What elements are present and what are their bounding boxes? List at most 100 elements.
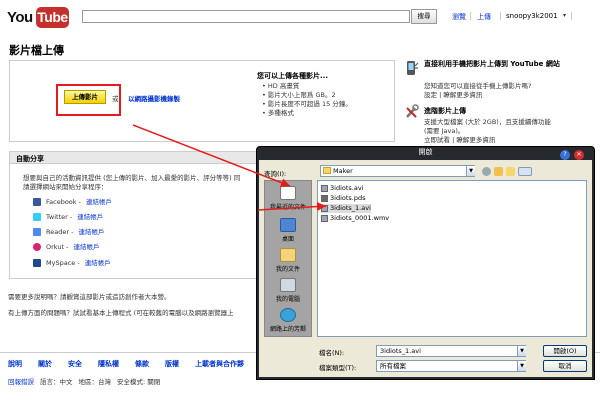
back-icon[interactable] xyxy=(482,167,491,176)
dialog-title: 開啟 xyxy=(418,148,433,156)
chevron-down-icon[interactable]: ▾ xyxy=(563,12,566,19)
chevron-down-icon[interactable]: ▼ xyxy=(517,346,526,356)
network-name: Twitter xyxy=(46,213,68,221)
logo-tube-text: Tube xyxy=(36,7,69,28)
report-bug-link[interactable]: 回報錯誤 xyxy=(8,378,34,386)
footer-link[interactable]: 安全 xyxy=(68,360,82,368)
record-webcam-link[interactable]: 以網路攝影機錄製 xyxy=(128,93,180,103)
place-desktop[interactable]: 桌面 xyxy=(264,218,312,243)
place-label: 網路上的芳鄰 xyxy=(269,326,306,333)
footer-link[interactable]: 說明 xyxy=(8,360,22,368)
my-documents-icon xyxy=(280,248,296,262)
footer-links: 說明 關於 安全 隱私權 條款 版權 上載者與合作夥 xyxy=(8,359,260,369)
video-file-icon xyxy=(321,204,328,212)
folder-icon xyxy=(323,167,331,174)
facebook-icon xyxy=(33,198,41,206)
region-selector[interactable]: 地區：台灣 xyxy=(79,378,112,386)
share-network-myspace: MySpace - 連結帳戶 xyxy=(33,257,111,267)
features-list: HD 高畫質 影片大小上限爲 GB。2 影片長度不可超過 15 分鐘。 多種格式 xyxy=(262,82,352,118)
filename-label: 檔名(N): xyxy=(319,349,345,357)
feature-item: 影片長度不可超過 15 分鐘。 xyxy=(262,100,352,109)
place-label: 我最近的文件 xyxy=(269,204,306,211)
place-my-documents[interactable]: 我的文件 xyxy=(264,248,312,273)
look-in-select[interactable]: Maker xyxy=(320,165,475,177)
look-in-label: 查詢(I): xyxy=(264,170,287,178)
desktop-icon xyxy=(280,218,296,232)
file-item[interactable]: 3idiots.avi xyxy=(321,184,364,193)
basic-uploader-text: 有上傳方面的問題嗎？試試看基本上傳程式 (可在較舊的電腦以及網路瀏覽器上 xyxy=(8,309,234,317)
footer-link[interactable]: 版權 xyxy=(165,360,179,368)
mobile-upload-links[interactable]: 設定 | 瞭解更多資訊 xyxy=(424,89,482,99)
footer-link[interactable]: 隱私權 xyxy=(98,360,119,368)
my-computer-icon xyxy=(280,278,296,292)
view-menu-icon[interactable] xyxy=(518,167,532,176)
connect-account-link[interactable]: 連結帳戶 xyxy=(85,259,111,267)
mobile-upload-title: 直接利用手機把影片上傳到 YouTube 網站 xyxy=(424,60,560,68)
features-title: 您可以上傳各種影片... xyxy=(257,72,328,80)
safety-mode-toggle[interactable]: 安全模式: 關閉 xyxy=(117,378,160,386)
network-name: Facebook xyxy=(46,198,77,206)
logo-you-text: You xyxy=(7,9,33,26)
feature-item: HD 高畫質 xyxy=(262,82,352,91)
connect-account-link[interactable]: 連結帳戶 xyxy=(86,198,112,206)
or-text: 或 xyxy=(112,95,119,103)
youtube-logo[interactable]: You Tube xyxy=(7,6,69,30)
footer-link[interactable]: 上載者與合作夥 xyxy=(195,360,244,368)
orkut-icon xyxy=(33,243,41,251)
network-name: Orkut xyxy=(46,243,65,251)
connect-account-link[interactable]: 連結帳戶 xyxy=(77,213,103,221)
file-name: 3idiots_1.avi xyxy=(330,204,371,212)
footer-link[interactable]: 條款 xyxy=(135,360,149,368)
advanced-upload-links[interactable]: 立即試看 | 瞭解更多資訊 xyxy=(424,134,495,144)
network-name: MySpace xyxy=(46,259,76,267)
nav-browse-link[interactable]: 瀏覽 xyxy=(452,12,466,22)
place-network[interactable]: 網路上的芳鄰 xyxy=(264,308,312,333)
advanced-upload-title: 進階影片上傳 xyxy=(424,107,466,115)
connect-account-link[interactable]: 連結帳戶 xyxy=(79,228,105,236)
help-text: 需要更多說明嗎？請觀賞這部影片或造訪創作者大本營。 xyxy=(8,293,171,301)
help-icon[interactable]: ? xyxy=(560,150,570,160)
recent-docs-icon xyxy=(280,186,296,200)
open-button[interactable]: 開啟(O) xyxy=(543,345,587,357)
share-network-orkut: Orkut - 連結帳戶 xyxy=(33,241,100,251)
autoshare-title: 自動分享 xyxy=(16,155,44,163)
share-network-reader: Reader - 連結帳戶 xyxy=(33,226,105,236)
filetype-select[interactable]: 所有檔案 xyxy=(376,360,526,372)
tools-icon xyxy=(406,104,419,118)
place-my-computer[interactable]: 我的電腦 xyxy=(264,278,312,303)
chevron-down-icon[interactable]: ▼ xyxy=(517,361,526,371)
file-item-selected[interactable]: 3idiots_1.avi xyxy=(321,204,371,213)
connect-account-link[interactable]: 連結帳戶 xyxy=(74,243,100,251)
new-folder-icon[interactable] xyxy=(506,167,515,176)
file-name: 3idiots_0001.wmv xyxy=(330,214,390,222)
video-file-icon xyxy=(321,184,328,192)
network-name: Reader xyxy=(46,228,70,236)
footer-link[interactable]: 關於 xyxy=(38,360,52,368)
share-network-twitter: Twitter - 連結帳戶 xyxy=(33,211,103,221)
feature-item: 影片大小上限爲 GB。2 xyxy=(262,91,352,100)
reader-icon xyxy=(33,228,41,236)
nav-divider xyxy=(500,12,501,20)
close-icon[interactable]: ✕ xyxy=(574,150,584,160)
filetype-label: 檔案類型(T): xyxy=(319,364,357,372)
search-input[interactable] xyxy=(82,10,410,23)
nav-divider xyxy=(571,12,572,20)
up-folder-icon[interactable] xyxy=(494,167,503,176)
nav-divider xyxy=(470,12,471,20)
cancel-button[interactable]: 取消 xyxy=(543,360,587,372)
video-file-icon xyxy=(321,214,328,222)
nav-upload-link[interactable]: 上傳 xyxy=(477,12,491,22)
file-name: 3idiots.avi xyxy=(330,184,364,192)
myspace-icon xyxy=(33,259,41,267)
file-item[interactable]: 3idiots_0001.wmv xyxy=(321,214,389,223)
language-selector[interactable]: 語言：中文 xyxy=(40,378,73,386)
user-menu[interactable]: snoopy3k2001 xyxy=(506,12,558,20)
file-item[interactable]: 3idiots.pds xyxy=(321,194,366,203)
file-name: 3idiots.pds xyxy=(330,194,366,202)
filename-input[interactable]: 3idiots_1.avi xyxy=(376,345,526,357)
place-recent[interactable]: 我最近的文件 xyxy=(264,186,312,211)
chevron-down-icon[interactable]: ▼ xyxy=(466,166,475,176)
upload-video-button[interactable]: 上傳影片 xyxy=(64,90,106,104)
twitter-icon xyxy=(33,213,41,221)
search-button[interactable]: 搜尋 xyxy=(411,9,437,24)
